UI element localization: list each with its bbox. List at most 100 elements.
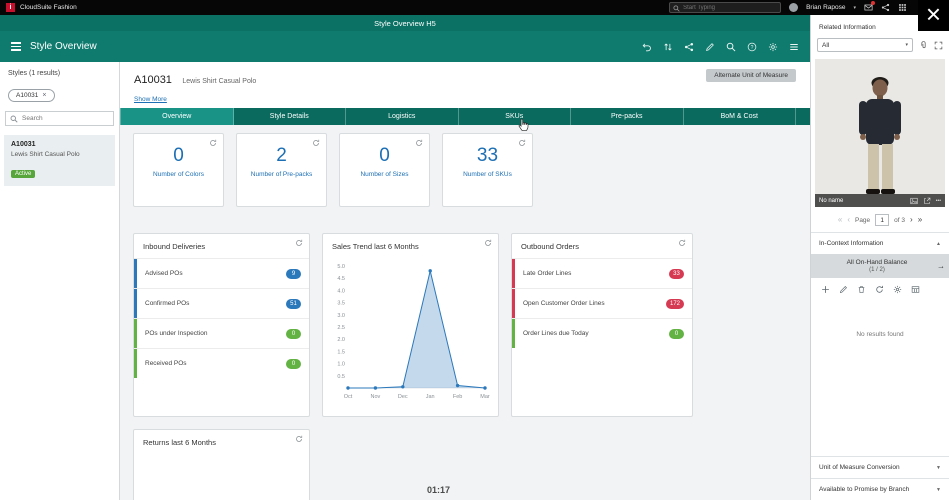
arrow-right-icon[interactable]: → — [937, 262, 945, 271]
refresh-icon[interactable] — [295, 239, 303, 247]
style-code: A10031 — [134, 74, 172, 86]
gear-icon[interactable] — [768, 42, 778, 52]
refresh-icon[interactable] — [295, 435, 303, 443]
edit-icon[interactable] — [705, 42, 715, 52]
svg-text:2.0: 2.0 — [337, 337, 345, 343]
related-info-filter-dropdown[interactable]: All ▾ — [817, 38, 913, 52]
list-item[interactable]: Order Lines due Today 0 — [512, 318, 692, 348]
svg-text:1.5: 1.5 — [337, 349, 345, 355]
list-item[interactable]: Advised POs 9 — [134, 258, 309, 288]
sidebar-search-input[interactable] — [22, 115, 109, 122]
list-item-style[interactable]: A10031 Lewis Shirt Casual Polo Active — [4, 135, 115, 186]
svg-text:Nov: Nov — [371, 394, 381, 400]
tab-bom-cost[interactable]: BoM & Cost — [684, 108, 797, 125]
filter-chip[interactable]: A10031 × — [8, 89, 55, 102]
page-number-input[interactable] — [875, 214, 889, 226]
tab-style-details[interactable]: Style Details — [234, 108, 347, 125]
next-page-icon[interactable]: › — [910, 216, 913, 224]
previous-page-icon[interactable]: ‹ — [847, 216, 850, 224]
share-icon[interactable] — [881, 3, 890, 12]
show-more-link[interactable]: Show More — [134, 96, 167, 103]
delete-icon[interactable] — [857, 285, 866, 294]
list-item[interactable]: Received POs 0 — [134, 348, 309, 378]
accent-bar — [134, 319, 137, 348]
image-caption-bar: No name ••• — [815, 194, 945, 207]
sort-icon[interactable] — [663, 42, 673, 52]
user-name[interactable]: Brian Rapose — [806, 4, 845, 11]
page-title-bar: Style Overview H5 — [0, 15, 810, 31]
list-item[interactable]: Confirmed POs 51 — [134, 288, 309, 318]
count-badge: 33 — [669, 269, 684, 279]
chip-close-icon[interactable]: × — [42, 92, 46, 99]
table-icon[interactable] — [911, 285, 920, 294]
product-image[interactable]: No name ••• — [815, 59, 945, 207]
first-page-icon[interactable]: « — [838, 216, 842, 224]
attachment-icon[interactable] — [919, 41, 928, 50]
refresh-icon[interactable] — [875, 285, 884, 294]
kpi-card-sizes[interactable]: 0 Number of Sizes — [339, 133, 430, 207]
tab-skus[interactable]: SKUs — [459, 108, 572, 125]
share-icon[interactable] — [684, 42, 694, 52]
last-page-icon[interactable]: » — [918, 216, 922, 224]
mail-notification-dot — [871, 1, 875, 5]
app-grid-icon[interactable] — [898, 3, 907, 12]
refresh-icon[interactable] — [209, 139, 217, 147]
tab-logistics[interactable]: Logistics — [346, 108, 459, 125]
expand-icon[interactable] — [934, 41, 943, 50]
refresh-icon[interactable] — [484, 239, 492, 247]
kpi-card-skus[interactable]: 33 Number of SKUs — [442, 133, 533, 207]
svg-text:3.0: 3.0 — [337, 313, 345, 319]
list-menu-icon[interactable] — [789, 42, 799, 52]
image-icon[interactable] — [910, 197, 918, 205]
chevron-up-icon: ▲ — [936, 241, 941, 247]
svg-text:1.0: 1.0 — [337, 362, 345, 368]
no-results-message: No results found — [811, 331, 949, 338]
search-icon — [673, 0, 680, 17]
refresh-icon[interactable] — [415, 139, 423, 147]
kpi-card-pre-packs[interactable]: 2 Number of Pre-packs — [236, 133, 327, 207]
accent-bar — [134, 349, 137, 378]
list-item[interactable]: POs under Inspection 0 — [134, 318, 309, 348]
infor-logo: i — [6, 3, 15, 12]
menu-icon[interactable] — [11, 42, 21, 51]
in-context-title: In-Context Information — [819, 240, 883, 247]
search-icon — [10, 110, 18, 128]
user-avatar[interactable] — [789, 3, 798, 12]
global-search[interactable] — [669, 2, 781, 13]
section-uom-conversion[interactable]: Unit of Measure Conversion ▼ — [811, 457, 949, 478]
in-context-section-header[interactable]: In-Context Information ▲ — [811, 233, 949, 254]
kpi-card-colors[interactable]: 0 Number of Colors — [133, 133, 224, 207]
count-badge: 0 — [669, 329, 684, 339]
help-icon[interactable]: ? — [747, 42, 757, 52]
search-icon[interactable] — [726, 42, 736, 52]
gear-icon[interactable] — [893, 285, 902, 294]
list-item[interactable]: Late Order Lines 33 — [512, 258, 692, 288]
context-item-index: (1 / 2) — [821, 267, 933, 273]
global-search-input[interactable] — [683, 5, 777, 11]
close-icon[interactable]: × — [918, 0, 949, 31]
tab-pre-packs[interactable]: Pre-packs — [571, 108, 684, 125]
mail-icon[interactable] — [864, 3, 873, 12]
section-atp-by-branch[interactable]: Available to Promise by Branch ▼ — [811, 479, 949, 500]
in-context-selected-item[interactable]: All On-Hand Balance (1 / 2) → — [811, 254, 949, 278]
sidebar-search[interactable] — [5, 111, 114, 126]
related-information-panel: Related Information All ▾ No name — [810, 15, 949, 500]
tab-overview[interactable]: Overview — [120, 108, 234, 125]
user-menu-caret-icon[interactable]: ▾ — [853, 5, 856, 11]
alternate-uom-button[interactable]: Alternate Unit of Measure — [706, 69, 796, 82]
refresh-icon[interactable] — [518, 139, 526, 147]
more-options-icon[interactable]: ••• — [936, 198, 941, 204]
refresh-icon[interactable] — [678, 239, 686, 247]
export-icon[interactable] — [923, 197, 931, 205]
svg-text:2.5: 2.5 — [337, 325, 345, 331]
toolbar-title: Style Overview — [30, 41, 97, 52]
chart-title: Sales Trend last 6 Months — [323, 234, 498, 258]
svg-text:Jan: Jan — [426, 394, 435, 400]
list-item[interactable]: Open Customer Order Lines 172 — [512, 288, 692, 318]
main-content: A10031 Lewis Shirt Casual Polo Alternate… — [120, 62, 810, 500]
undo-icon[interactable] — [642, 42, 652, 52]
tab-bar: Overview Style Details Logistics SKUs Pr… — [120, 108, 810, 125]
refresh-icon[interactable] — [312, 139, 320, 147]
add-icon[interactable] — [821, 285, 830, 294]
edit-icon[interactable] — [839, 285, 848, 294]
